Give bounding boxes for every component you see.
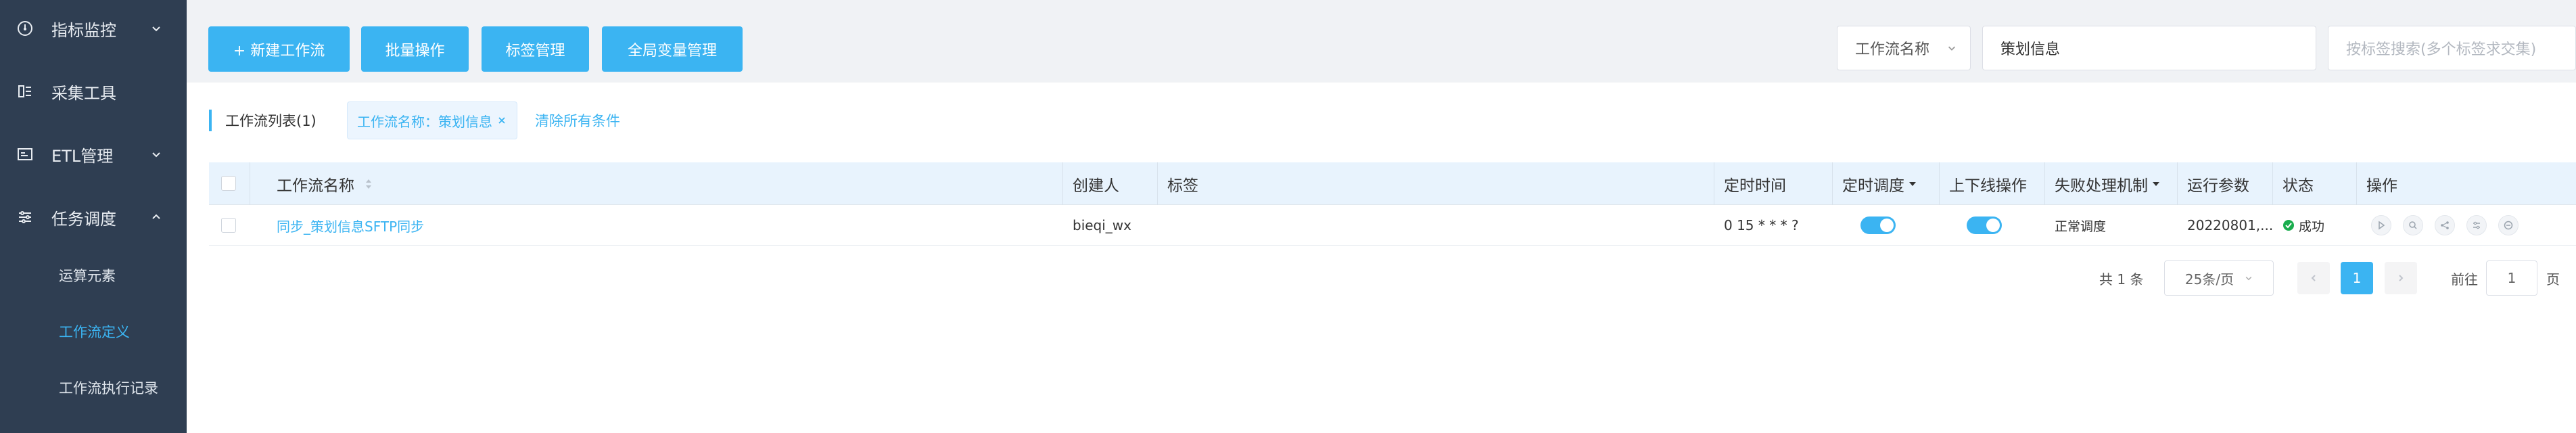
sidebar-subitem-label: 工作流定义	[59, 324, 130, 340]
creator-cell: bieqi_wx	[1073, 217, 1132, 233]
column-header-status: 状态	[2282, 177, 2314, 195]
goto-label: 前往	[2451, 271, 2478, 288]
sidebar-item-label: 指标监控	[51, 20, 116, 40]
next-page-button[interactable]	[2385, 262, 2417, 294]
run-params-cell: 20220801,...	[2187, 217, 2274, 233]
page-size-select[interactable]: 25条/页	[2164, 260, 2274, 296]
status-label: 成功	[2299, 219, 2325, 234]
page-number-current[interactable]: 1	[2341, 262, 2373, 294]
column-divider	[2044, 162, 2045, 205]
chevron-up-icon	[150, 211, 162, 223]
settings-icon[interactable]	[2466, 215, 2487, 235]
delete-icon[interactable]	[2498, 215, 2519, 235]
filter-tag-label: 工作流名称：策划信息	[357, 113, 492, 130]
column-divider	[1157, 162, 1158, 205]
share-icon[interactable]	[2435, 215, 2455, 235]
goto-page-input[interactable]: 1	[2486, 260, 2537, 296]
sidebar-subitem-label: 运算元素	[59, 268, 116, 284]
sidebar-item-collect[interactable]: 采集工具	[0, 71, 187, 112]
column-header-failure[interactable]: 失败处理机制	[2055, 162, 2160, 205]
sidebar-subitem-label: 工作流执行记录	[59, 380, 158, 396]
gauge-icon	[16, 20, 34, 37]
table-row: 同步_策划信息SFTP同步 bieqi_wx 0 15 * * * ? 正常调度…	[209, 205, 2576, 246]
sidebar-item-label: 采集工具	[51, 83, 116, 103]
column-header-label: 工作流名称	[277, 177, 354, 195]
sidebar-item-label: ETL管理	[51, 146, 114, 166]
column-header-params: 运行参数	[2187, 177, 2249, 195]
chevron-down-icon	[150, 148, 162, 160]
success-icon	[2282, 219, 2295, 231]
sidebar-item-label: 任务调度	[51, 209, 116, 229]
table-header: 工作流名称 创建人 标签 定时时间 定时调度 上下线操作 失败处理机制 运行参数…	[209, 162, 2576, 205]
column-divider	[1062, 162, 1063, 205]
column-divider	[2177, 162, 2178, 205]
collect-icon	[16, 83, 34, 100]
active-filter-tag: 工作流名称：策划信息	[347, 101, 517, 139]
row-checkbox[interactable]	[221, 218, 236, 233]
page-size-value: 25条/页	[2184, 271, 2234, 288]
search-input[interactable]: 策划信息	[1982, 26, 2316, 70]
column-divider	[1832, 162, 1833, 205]
workflow-panel: 工作流列表(1) 工作流名称：策划信息 清除所有条件 工作流名称 创建人 标签 …	[187, 83, 2576, 433]
column-header-actions: 操作	[2366, 177, 2397, 195]
search-input-value: 策划信息	[2000, 41, 2061, 58]
search-field-select[interactable]: 工作流名称	[1837, 26, 1971, 70]
run-icon[interactable]	[2371, 215, 2391, 235]
online-toggle[interactable]	[1967, 216, 2002, 234]
global-variable-button[interactable]: 全局变量管理	[602, 26, 743, 72]
column-divider	[2272, 162, 2273, 205]
column-header-schedule[interactable]: 定时调度	[1842, 162, 1917, 205]
column-header-online: 上下线操作	[1949, 177, 2027, 195]
chevron-down-icon	[150, 22, 162, 35]
column-header-creator: 创建人	[1073, 177, 1119, 195]
sidebar-item-metrics[interactable]: 指标监控	[0, 8, 187, 49]
tag-search-input[interactable]: 按标签搜索(多个标签求交集)	[2328, 26, 2576, 70]
sidebar-subitem-workflow-executions[interactable]: 工作流执行记录	[0, 364, 187, 411]
sidebar: 指标监控 采集工具 ETL管理 任务调度 运算元素 工作流定义 工作流执行记录	[0, 0, 187, 433]
prev-page-button[interactable]	[2297, 262, 2330, 294]
tag-search-placeholder: 按标签搜索(多个标签求交集)	[2346, 41, 2537, 58]
workflow-name-link[interactable]: 同步_策划信息SFTP同步	[277, 205, 424, 246]
chevron-down-icon	[2245, 274, 2253, 282]
cron-time-cell: 0 15 * * * ?	[1724, 217, 1799, 233]
caret-down-icon	[2152, 181, 2160, 187]
clear-all-filters-link[interactable]: 清除所有条件	[535, 110, 620, 131]
close-icon[interactable]	[496, 115, 507, 126]
view-icon[interactable]	[2403, 215, 2423, 235]
column-header-tag: 标签	[1167, 177, 1198, 195]
toolbar: + 新建工作流 批量操作 标签管理 全局变量管理 工作流名称 策划信息 按标签搜…	[187, 0, 2576, 83]
batch-operation-button[interactable]: 批量操作	[361, 26, 469, 72]
sort-icon[interactable]	[364, 177, 373, 191]
main-content: + 新建工作流 批量操作 标签管理 全局变量管理 工作流名称 策划信息 按标签搜…	[187, 0, 2576, 433]
tag-management-button[interactable]: 标签管理	[482, 26, 589, 72]
caret-down-icon	[1908, 181, 1917, 187]
sidebar-item-scheduling[interactable]: 任务调度	[0, 197, 187, 237]
pagination-total: 共 1 条	[2099, 271, 2144, 288]
sidebar-subitem-operators[interactable]: 运算元素	[0, 252, 187, 299]
column-divider	[2356, 162, 2357, 205]
etl-icon	[16, 145, 34, 163]
select-all-checkbox[interactable]	[221, 176, 236, 191]
status-badge: 成功	[2282, 205, 2324, 246]
failure-strategy-cell: 正常调度	[2055, 219, 2107, 234]
schedule-toggle[interactable]	[1860, 216, 1896, 234]
list-title: 工作流列表(1)	[209, 110, 317, 131]
new-workflow-button[interactable]: + 新建工作流	[208, 26, 350, 72]
sidebar-item-etl[interactable]: ETL管理	[0, 134, 187, 175]
filter-row: 工作流列表(1) 工作流名称：策划信息 清除所有条件	[187, 83, 2576, 162]
schedule-icon	[16, 208, 34, 226]
column-header-label: 失败处理机制	[2055, 177, 2148, 195]
sidebar-subitem-workflow-definition[interactable]: 工作流定义	[0, 308, 187, 355]
column-divider	[1939, 162, 1940, 205]
chevron-down-icon	[1947, 43, 1958, 53]
column-header-time: 定时时间	[1724, 177, 1786, 195]
search-field-value: 工作流名称	[1855, 41, 1930, 58]
page-unit-label: 页	[2546, 271, 2560, 288]
column-header-name[interactable]: 工作流名称	[277, 162, 373, 205]
column-header-label: 定时调度	[1842, 177, 1904, 195]
